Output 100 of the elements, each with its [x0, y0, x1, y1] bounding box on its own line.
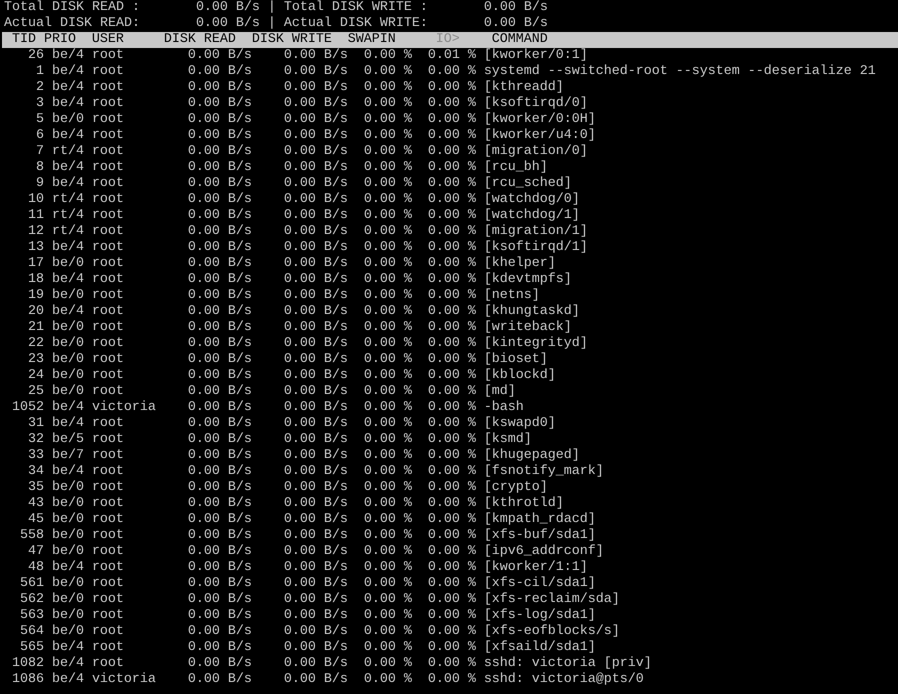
table-cell-text: 0.00 % [426, 576, 476, 592]
table-cell-text: 0.00 % [362, 240, 412, 256]
table-cell-text: 0.00 B/s [186, 208, 252, 224]
column-header: USER [90, 32, 125, 48]
table-cell-text: 0.00 B/s [186, 368, 252, 384]
table-cell-text: 1052 [10, 400, 44, 416]
table-cell-text: 0.00 B/s [186, 224, 252, 240]
table-cell: sshd: victoria@pts/0 [484, 672, 644, 688]
table-cell-text: 0.00 B/s [282, 64, 348, 80]
table-cell-text: 8 [34, 160, 44, 176]
table-cell-text: 0.00 B/s [186, 352, 252, 368]
table-cell-text: root [92, 352, 125, 368]
table-cell-text: root [92, 80, 125, 96]
table-cell-text: 0.00 B/s [186, 144, 252, 160]
table-cell: [ksmd] [484, 432, 532, 448]
table-cell-text: 11 [26, 208, 44, 224]
table-cell-text: 0.00 B/s [186, 528, 252, 544]
table-cell: [ipv6_addrconf] [484, 544, 604, 560]
table-cell: be/7 [52, 448, 84, 464]
table-cell: be/4 [52, 656, 84, 672]
table-cell-text: 34 [26, 464, 44, 480]
table-cell-text: 0.00 % [426, 624, 476, 640]
table-cell-text: 0.00 % [426, 288, 476, 304]
table-cell-text: root [92, 624, 125, 640]
table-cell-text: 0.00 % [426, 672, 476, 688]
table-cell-text: 0.00 % [426, 416, 476, 432]
table-cell-text: root [92, 224, 125, 240]
table-cell: be/4 [52, 128, 84, 144]
table-cell-text: 0.00 B/s [186, 656, 252, 672]
table-cell-text: 5 [34, 112, 44, 128]
table-cell-text: 20 [26, 304, 44, 320]
table-cell-text: 0.00 B/s [282, 576, 348, 592]
table-cell-text: 0.00 B/s [282, 400, 348, 416]
table-cell-text: 18 [26, 272, 44, 288]
table-cell-text: 0.00 B/s [282, 224, 348, 240]
table-cell-text: 0.00 % [426, 528, 476, 544]
table-cell-text: 0.00 % [362, 464, 412, 480]
table-cell-text: 19 [26, 288, 44, 304]
table-cell: [xfsaild/sda1] [484, 640, 596, 656]
table-cell: [migration/1] [484, 224, 588, 240]
table-cell: be/4 [52, 48, 84, 64]
table-cell: [kworker/0:1] [484, 48, 588, 64]
table-cell: [kthrotld] [484, 496, 564, 512]
table-cell-text: 0.00 B/s [282, 304, 348, 320]
table-cell: be/4 [52, 64, 84, 80]
table-cell-text: 0.00 B/s [186, 608, 252, 624]
table-cell-text: 0.00 B/s [282, 496, 348, 512]
table-cell-text: 0.00 B/s [282, 592, 348, 608]
table-cell-text: 47 [26, 544, 44, 560]
table-cell: [xfs-log/sda1] [484, 608, 596, 624]
table-cell-text: root [92, 208, 125, 224]
table-cell-text: 0.00 B/s [186, 576, 252, 592]
table-cell-text: 0.00 B/s [282, 288, 348, 304]
table-cell: be/0 [52, 528, 84, 544]
table-cell: victoria [92, 400, 156, 416]
table-cell-text: 0.00 % [426, 560, 476, 576]
column-header: PRIO [44, 32, 76, 48]
column-header: IO> [434, 32, 461, 48]
table-cell-text: 0.00 % [426, 400, 476, 416]
table-cell-text: root [92, 512, 125, 528]
table-cell-text: root [92, 288, 125, 304]
stat-value: 0.00 B/s [482, 16, 548, 32]
table-cell: [khelper] [484, 256, 556, 272]
table-cell-text: 31 [26, 416, 44, 432]
table-cell-text: 0.00 B/s [282, 192, 348, 208]
table-cell-text: 0.00 B/s [282, 608, 348, 624]
stat-value: 0.00 B/s [482, 0, 548, 16]
table-cell-text: 0.00 B/s [186, 560, 252, 576]
table-cell-text: root [92, 496, 125, 512]
table-cell-text: 21 [26, 320, 44, 336]
table-cell-text: root [92, 464, 125, 480]
table-cell-text: 0.00 % [362, 160, 412, 176]
table-cell-text: 10 [26, 192, 44, 208]
table-cell-text: 0.00 % [362, 48, 412, 64]
column-header: COMMAND [490, 32, 548, 48]
table-cell-text: 0.00 % [362, 304, 412, 320]
table-cell-text: 0.00 % [362, 224, 412, 240]
table-cell-text: 0.00 % [362, 64, 412, 80]
table-cell-text: 0.00 % [362, 320, 412, 336]
table-cell: -bash [484, 400, 524, 416]
table-cell-text: 0.00 % [362, 368, 412, 384]
table-cell-text: 0.00 B/s [282, 656, 348, 672]
table-cell-text: 1 [34, 64, 44, 80]
table-cell-text: 0.00 % [362, 656, 412, 672]
table-cell-text: 0.00 % [426, 176, 476, 192]
table-cell-text: 0.00 % [426, 224, 476, 240]
table-cell-text: 0.00 B/s [282, 432, 348, 448]
table-cell-text: root [92, 656, 125, 672]
table-cell: be/4 [52, 464, 84, 480]
separator: | [268, 0, 276, 16]
table-cell-text: root [92, 384, 125, 400]
table-cell-text: 0.00 % [362, 272, 412, 288]
table-cell-text: root [92, 144, 125, 160]
table-cell-text: 1086 [10, 672, 44, 688]
table-cell: sshd: victoria [priv] [484, 656, 652, 672]
table-cell-text: 0.00 % [426, 592, 476, 608]
table-cell: [kthreadd] [484, 80, 564, 96]
table-cell-text: 0.00 B/s [282, 176, 348, 192]
table-cell: be/4 [52, 640, 84, 656]
table-cell-text: 0.00 B/s [282, 96, 348, 112]
